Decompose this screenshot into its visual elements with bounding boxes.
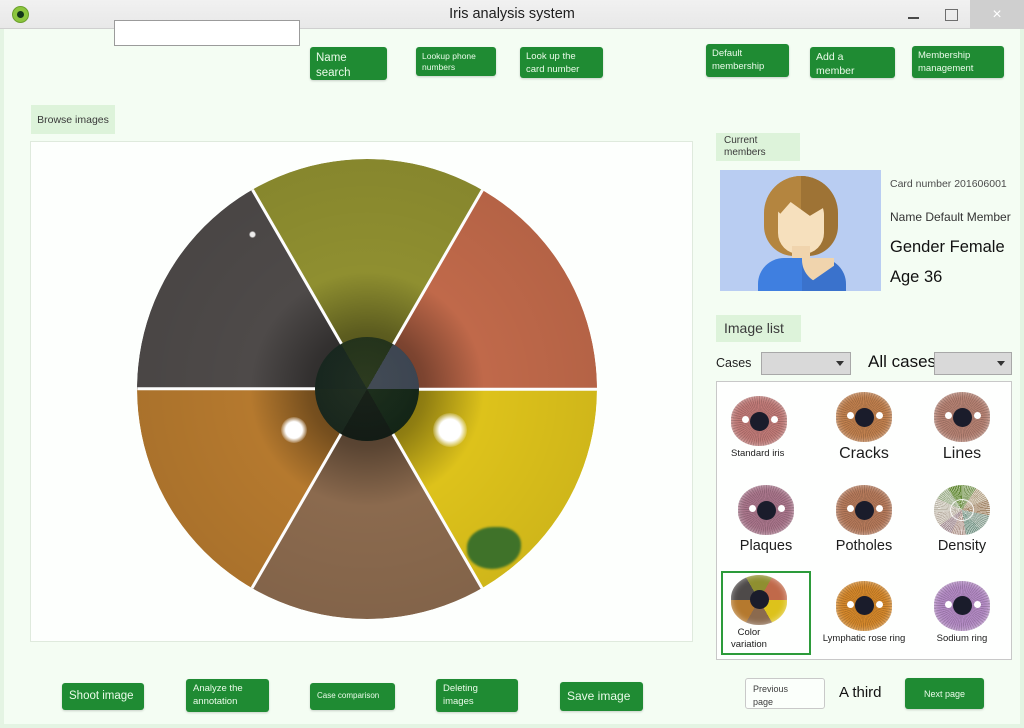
iris-thumb bbox=[934, 580, 990, 631]
member-age: Age 36 bbox=[890, 268, 943, 286]
window-controls: × bbox=[894, 0, 1024, 29]
iris-pupil-tint bbox=[314, 336, 419, 441]
thumbnail-potholes[interactable]: Potholes bbox=[815, 474, 913, 566]
chevron-down-icon bbox=[836, 361, 844, 366]
app-icon-wrap bbox=[0, 0, 40, 29]
iris-highlight-icon bbox=[432, 412, 467, 447]
image-viewer-panel[interactable] bbox=[30, 141, 693, 642]
bottom-action-bar: Shoot image Analyze the annotation Case … bbox=[4, 654, 704, 724]
multi-segment-iris-thumb bbox=[731, 574, 787, 625]
iris-image bbox=[136, 158, 597, 619]
thumbnail-standard-iris[interactable]: Standard iris bbox=[717, 382, 815, 474]
iris-highlight-icon bbox=[280, 416, 307, 443]
member-gender: Gender Female bbox=[890, 238, 1005, 256]
previous-page-button[interactable]: Previous page bbox=[745, 678, 825, 709]
iris-eye-icon bbox=[11, 5, 29, 23]
cases-filter-row: Cases All cases bbox=[716, 352, 1012, 376]
thumbnail-label: Lines bbox=[942, 445, 982, 463]
pagination-bar: Previous page A third Next page bbox=[704, 670, 1020, 720]
all-cases-label: All cases bbox=[868, 352, 937, 371]
default-membership-button[interactable]: Default membership bbox=[706, 44, 789, 77]
member-card-number: Card number 201606001 bbox=[890, 178, 1007, 190]
thumb-pupil bbox=[854, 500, 874, 520]
add-member-button[interactable]: Add a member bbox=[810, 47, 895, 78]
thumb-highlight-icon bbox=[847, 600, 854, 608]
cases-label: Cases bbox=[716, 356, 752, 370]
thumb-pupil bbox=[952, 596, 972, 616]
avatar bbox=[720, 170, 881, 291]
thumbnail-density[interactable]: Density bbox=[913, 474, 1011, 566]
thumbnail-label: Standard iris bbox=[731, 448, 785, 460]
iris-highlight-icon bbox=[248, 230, 256, 238]
iris-thumb bbox=[731, 396, 787, 447]
maximize-button[interactable] bbox=[932, 0, 970, 29]
cases-select[interactable] bbox=[761, 352, 851, 375]
thumbnail-label: Potholes bbox=[835, 538, 893, 555]
thumb-pupil bbox=[756, 500, 776, 520]
image-thumbnail-grid[interactable]: Standard iris Cracks Lines Plaques Potholes D… bbox=[716, 381, 1012, 660]
close-button[interactable]: × bbox=[970, 0, 1024, 29]
next-page-button[interactable]: Next page bbox=[905, 678, 984, 709]
tab-current-members[interactable]: Current members bbox=[716, 133, 800, 161]
right-sidebar: Current members Card number 201606001 Na… bbox=[704, 100, 1020, 724]
shoot-image-button[interactable]: Shoot image bbox=[62, 683, 144, 710]
thumbnail-label: Color variation bbox=[731, 626, 767, 650]
thumb-pupil bbox=[952, 407, 972, 427]
deleting-images-button[interactable]: Deleting images bbox=[436, 679, 518, 712]
iris-thumb bbox=[836, 392, 892, 443]
window-body: Name search Lookup phone numbers Look up… bbox=[0, 20, 1024, 728]
save-image-button[interactable]: Save image bbox=[560, 682, 643, 711]
name-search-button[interactable]: Name search bbox=[310, 47, 387, 80]
card-lookup-button[interactable]: Look up the card number bbox=[520, 47, 603, 78]
thumbnail-label: Density bbox=[937, 538, 987, 555]
page-indicator: A third bbox=[839, 684, 882, 701]
thumbnail-label: Plaques bbox=[739, 538, 793, 555]
top-toolbar: Name search Lookup phone numbers Look up… bbox=[4, 20, 1020, 92]
density-chart-thumb bbox=[934, 485, 990, 536]
all-cases-select[interactable] bbox=[934, 352, 1012, 375]
thumb-pupil bbox=[854, 407, 874, 427]
minimize-button[interactable] bbox=[894, 0, 932, 29]
thumb-pupil bbox=[749, 590, 769, 610]
thumbnail-sodium-ring[interactable]: Sodium ring bbox=[913, 567, 1011, 659]
thumb-highlight-icon bbox=[974, 600, 981, 608]
thumbnail-label: Cracks bbox=[839, 445, 889, 463]
thumbnail-plaques[interactable]: Plaques bbox=[717, 474, 815, 566]
thumbnail-color-variation[interactable]: Color variation bbox=[717, 567, 815, 659]
iris-disc bbox=[136, 158, 597, 619]
search-input[interactable] bbox=[114, 20, 300, 46]
membership-management-button[interactable]: Membership management bbox=[912, 46, 1004, 78]
iris-thumb bbox=[836, 580, 892, 631]
thumbnail-label: Sodium ring bbox=[936, 632, 988, 644]
iris-thumb bbox=[738, 485, 794, 536]
thumbnail-label: Lymphatic rose ring bbox=[822, 632, 906, 644]
iris-thumb bbox=[934, 392, 990, 443]
thumbnail-lines[interactable]: Lines bbox=[913, 382, 1011, 474]
iris-thumb bbox=[836, 485, 892, 536]
thumb-pupil bbox=[749, 411, 769, 431]
tab-browse-images[interactable]: Browse images bbox=[31, 105, 115, 134]
thumb-highlight-icon bbox=[876, 600, 883, 608]
analyze-annotation-button[interactable]: Analyze the annotation bbox=[186, 679, 269, 712]
case-comparison-button[interactable]: Case comparison bbox=[310, 683, 395, 710]
member-name: Name Default Member bbox=[890, 210, 1011, 224]
thumb-pupil bbox=[854, 596, 874, 616]
thumb-highlight-icon bbox=[945, 600, 952, 608]
phone-lookup-button[interactable]: Lookup phone numbers bbox=[416, 47, 496, 76]
thumbnail-cracks[interactable]: Cracks bbox=[815, 382, 913, 474]
chevron-down-icon bbox=[997, 361, 1005, 366]
thumbnail-lymphatic-rose-ring[interactable]: Lymphatic rose ring bbox=[815, 567, 913, 659]
tab-image-list[interactable]: Image list bbox=[716, 315, 801, 342]
